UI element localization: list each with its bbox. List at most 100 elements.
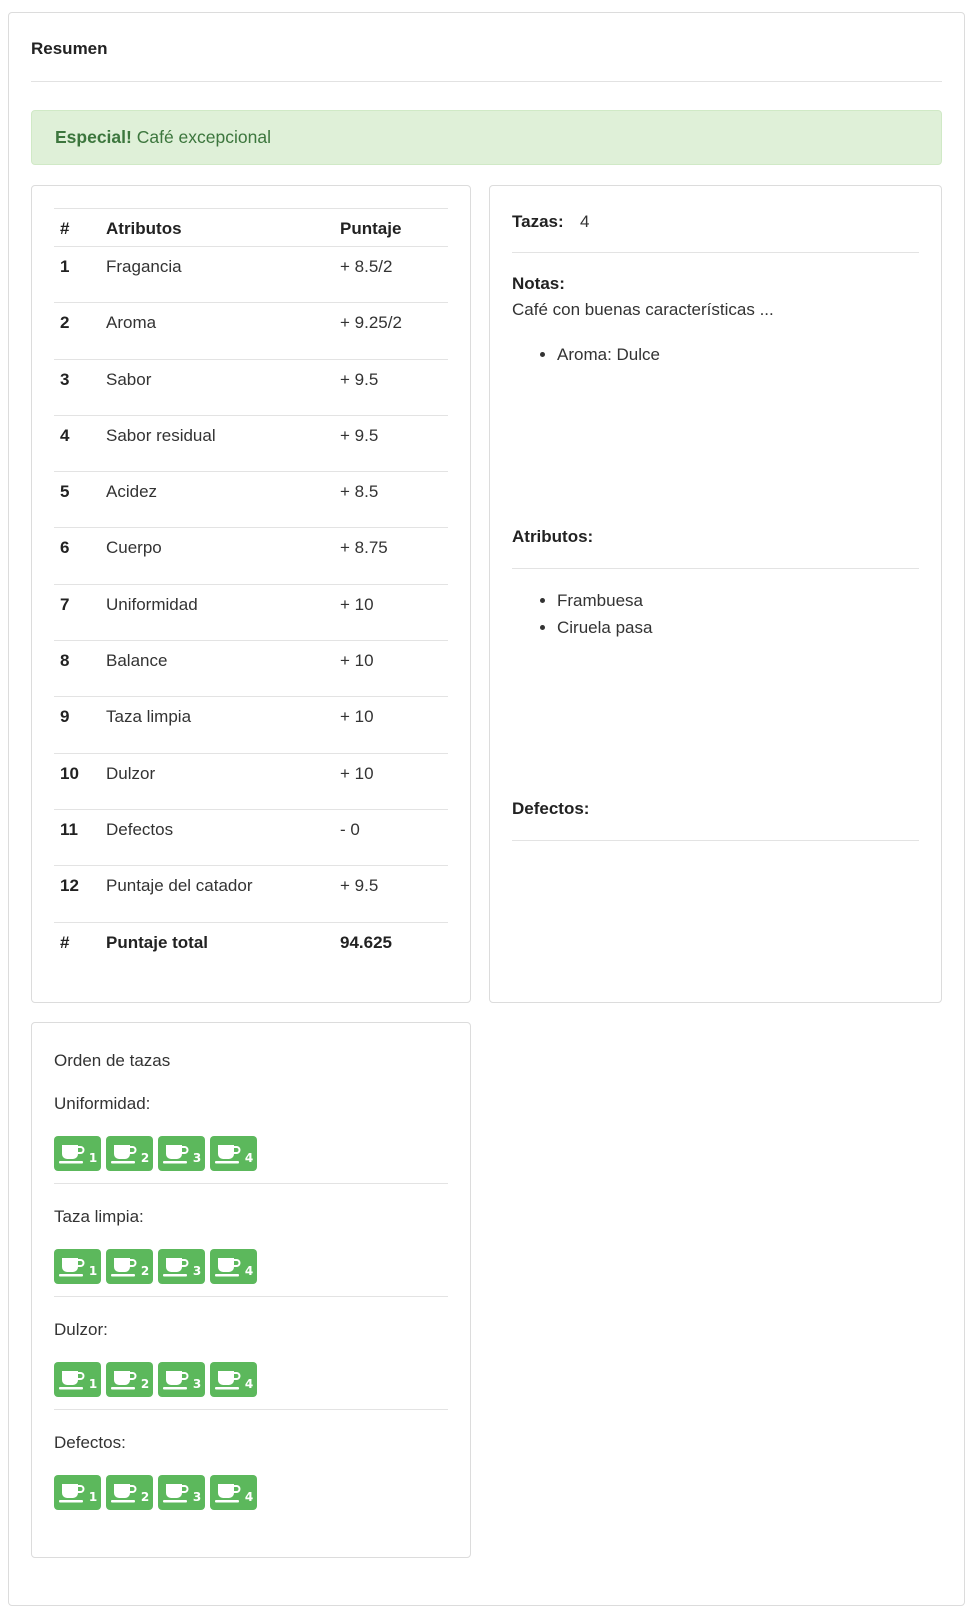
table-header: # Atributos Puntaje — [54, 208, 448, 246]
table-row: 1 Fragancia + 8.5/2 — [54, 246, 448, 302]
page-title: Resumen — [31, 39, 108, 58]
attributes-label: Atributos: — [512, 527, 594, 546]
cup-badge[interactable]: 4 — [210, 1475, 257, 1510]
row-attribute: Taza limpia — [106, 707, 192, 727]
coffee-cup-icon — [110, 1144, 137, 1163]
cup-number: 2 — [140, 1263, 150, 1278]
row-attribute: Cuerpo — [106, 538, 162, 558]
row-attribute: Sabor residual — [106, 425, 216, 445]
divider — [512, 568, 919, 569]
attributes-list: FrambuesaCiruela pasa — [512, 587, 652, 641]
coffee-cup-icon — [162, 1144, 189, 1163]
table-row: 10 Dulzor + 10 — [54, 752, 448, 809]
coffee-cup-icon — [162, 1257, 189, 1276]
cup-badge[interactable]: 3 — [158, 1362, 205, 1397]
row-num: 2 — [60, 313, 70, 333]
header-score: Puntaje — [340, 219, 402, 238]
cup-badge[interactable]: 1 — [54, 1475, 101, 1510]
cup-number: 1 — [88, 1263, 98, 1278]
divider — [54, 1296, 448, 1297]
row-score: + 10 — [340, 707, 374, 727]
row-num: 6 — [60, 538, 70, 558]
cups-value: 4 — [580, 212, 590, 231]
coffee-cup-icon — [58, 1144, 85, 1163]
cup-badge[interactable]: 2 — [106, 1136, 153, 1171]
row-num: 12 — [60, 876, 79, 896]
row-num: 4 — [60, 425, 70, 445]
total-num: # — [60, 932, 70, 952]
divider — [54, 1409, 448, 1410]
coffee-cup-icon — [110, 1483, 137, 1502]
info-panel: Tazas: 4 Notas: Café con buenas caracter… — [489, 185, 942, 1003]
row-num: 8 — [60, 651, 70, 671]
row-score: + 8.75 — [340, 538, 388, 558]
row-score: + 10 — [340, 594, 374, 614]
table-row: 12 Puntaje del catador + 9.5 — [54, 865, 448, 921]
row-attribute: Puntaje del catador — [106, 876, 253, 896]
row-attribute: Aroma — [106, 313, 157, 333]
divider — [54, 1183, 448, 1184]
cup-badge[interactable]: 2 — [106, 1249, 153, 1284]
coffee-cup-icon — [214, 1370, 241, 1389]
coffee-cup-icon — [162, 1483, 189, 1502]
row-num: 9 — [60, 707, 70, 727]
coffee-cup-icon — [58, 1483, 85, 1502]
table-row: 3 Sabor + 9.5 — [54, 358, 448, 415]
divider — [512, 252, 919, 253]
summary-card: Resumen Especial! Café excepcional # Atr… — [8, 12, 965, 1606]
cup-badge[interactable]: 3 — [158, 1475, 205, 1510]
cup-row: 1 2 3 4 — [54, 1136, 257, 1171]
cup-badge[interactable]: 4 — [210, 1136, 257, 1171]
divider — [512, 840, 919, 841]
coffee-cup-icon — [58, 1370, 85, 1389]
notes-text: Café con buenas características ... — [512, 300, 774, 319]
table-row: 5 Acidez + 8.5 — [54, 471, 448, 527]
row-attribute: Uniformidad — [106, 594, 198, 614]
cup-number: 1 — [88, 1489, 98, 1504]
row-score: + 8.5/2 — [340, 257, 393, 276]
alert-text: Café excepcional — [136, 127, 271, 147]
row-score: + 9.5 — [340, 425, 379, 445]
cup-badge[interactable]: 1 — [54, 1249, 101, 1284]
row-score: + 10 — [340, 651, 374, 671]
header-num: # — [60, 219, 70, 238]
cups-order-panel: Orden de tazas Uniformidad: 1 2 3 4 Taza limp… — [31, 1022, 471, 1558]
cup-section-label: Uniformidad: — [54, 1094, 151, 1113]
attribute-item: Ciruela pasa — [557, 614, 652, 641]
cup-section-label: Dulzor: — [54, 1320, 108, 1339]
cup-number: 4 — [244, 1150, 254, 1165]
cup-badge[interactable]: 4 — [210, 1362, 257, 1397]
cup-number: 4 — [244, 1376, 254, 1391]
header-attribute: Atributos — [106, 219, 182, 238]
cup-number: 3 — [192, 1263, 202, 1278]
cup-badge[interactable]: 1 — [54, 1362, 101, 1397]
total-label: Puntaje total — [106, 932, 209, 952]
cup-badge[interactable]: 3 — [158, 1136, 205, 1171]
row-num: 10 — [60, 763, 79, 783]
defects-label: Defectos: — [512, 799, 590, 818]
cup-number: 3 — [192, 1489, 202, 1504]
cup-badge[interactable]: 2 — [106, 1362, 153, 1397]
scores-table: # Atributos Puntaje 1 Fragancia + 8.5/2 2 Ar… — [54, 208, 448, 978]
cup-section-label: Defectos: — [54, 1433, 126, 1452]
row-num: 5 — [60, 482, 70, 502]
cup-badge[interactable]: 1 — [54, 1136, 101, 1171]
alert-strong: Especial! — [55, 127, 132, 147]
coffee-cup-icon — [110, 1370, 137, 1389]
cup-badge[interactable]: 3 — [158, 1249, 205, 1284]
coffee-cup-icon — [162, 1370, 189, 1389]
table-row: 8 Balance + 10 — [54, 640, 448, 696]
success-alert: Especial! Café excepcional — [31, 110, 942, 165]
row-num: 7 — [60, 594, 70, 614]
row-attribute: Sabor — [106, 369, 152, 389]
cup-badge[interactable]: 4 — [210, 1249, 257, 1284]
cup-number: 1 — [88, 1376, 98, 1391]
total-value: 94.625 — [340, 932, 392, 952]
notes-label: Notas: — [512, 274, 565, 293]
cup-number: 2 — [140, 1150, 150, 1165]
row-score: - 0 — [340, 819, 360, 839]
attribute-item: Frambuesa — [557, 587, 652, 614]
cup-badge[interactable]: 2 — [106, 1475, 153, 1510]
coffee-cup-icon — [110, 1257, 137, 1276]
row-attribute: Defectos — [106, 819, 174, 839]
